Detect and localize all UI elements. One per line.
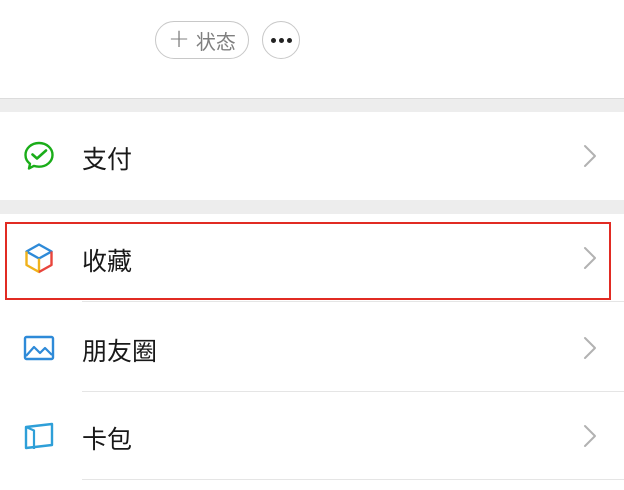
section-separator	[0, 200, 624, 214]
more-dot	[278, 37, 284, 43]
menu-item-moments[interactable]: 朋友圈	[0, 304, 624, 392]
chevron-right-icon	[584, 247, 596, 269]
more-button[interactable]	[262, 21, 300, 59]
plus-icon: +	[168, 24, 190, 54]
row-divider	[82, 479, 624, 480]
section-separator	[0, 98, 624, 112]
menu-item-label: 朋友圈	[82, 337, 158, 366]
menu-item-favorites[interactable]: 收藏	[0, 214, 624, 302]
card-wallet-icon	[24, 422, 54, 450]
more-dot	[286, 37, 292, 43]
status-button-label: 状态	[195, 29, 236, 54]
wechat-pay-icon	[24, 141, 54, 170]
menu-item-label: 收藏	[82, 247, 133, 276]
favorites-cube-icon	[25, 243, 53, 274]
row-divider	[82, 301, 624, 302]
profile-header: + 状态	[0, 0, 624, 98]
menu-item-pay[interactable]: 支付	[0, 112, 624, 200]
menu-item-label: 支付	[82, 145, 133, 174]
chevron-right-icon	[584, 337, 596, 359]
moments-picture-icon	[23, 335, 55, 361]
chevron-right-icon	[584, 145, 596, 167]
add-status-button[interactable]: + 状态	[155, 21, 249, 59]
menu-item-label: 卡包	[82, 425, 133, 454]
more-dots-icon	[270, 37, 276, 43]
menu-item-cards[interactable]: 卡包	[0, 392, 624, 480]
chevron-right-icon	[584, 425, 596, 447]
